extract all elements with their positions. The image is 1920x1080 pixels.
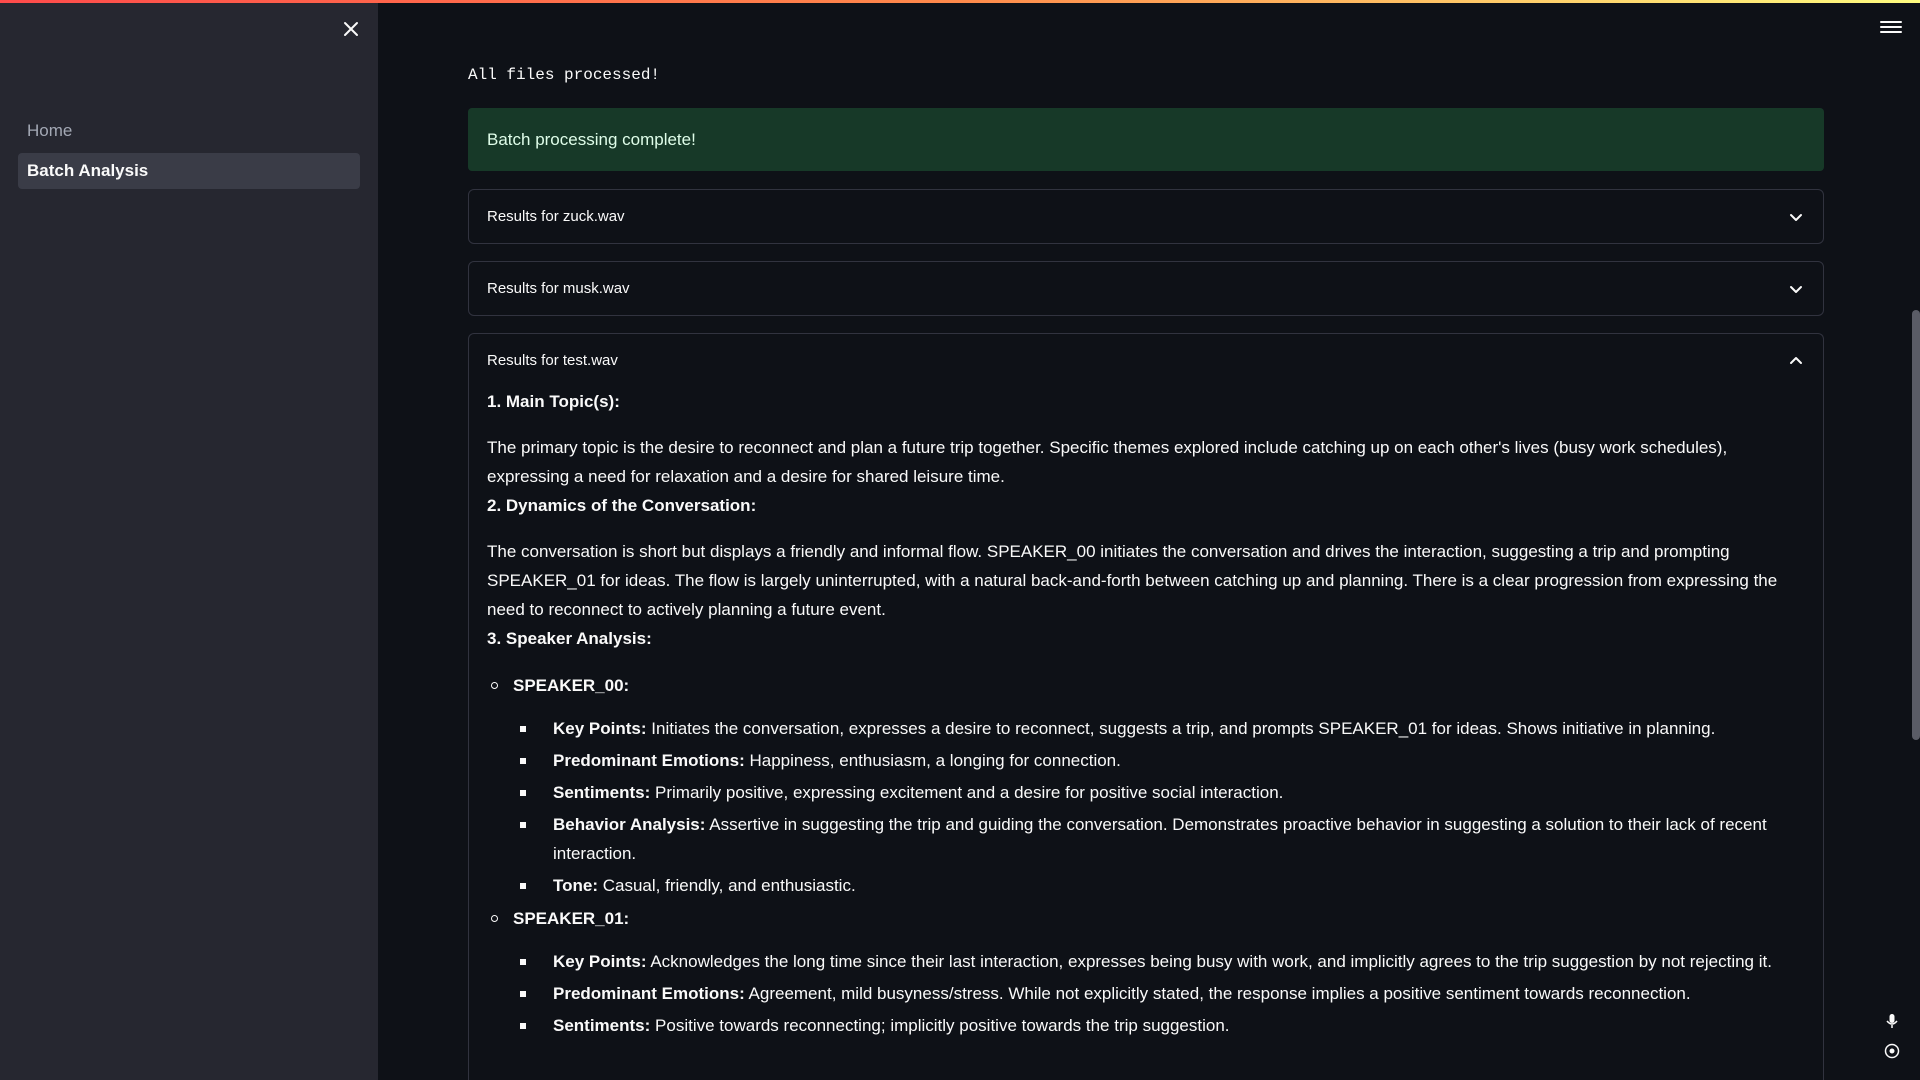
top-accent-bar xyxy=(0,0,1920,3)
success-alert: Batch processing complete! xyxy=(468,108,1824,171)
main-area: All files processed! Batch processing co… xyxy=(378,0,1920,1080)
sidebar: Home Batch Analysis xyxy=(0,0,378,1080)
speaker-name: SPEAKER_01: xyxy=(513,909,630,928)
section-heading-main-topics: 1. Main Topic(s): xyxy=(487,392,620,411)
microphone-icon xyxy=(1886,1014,1898,1028)
expander-header-test[interactable]: Results for test.wav xyxy=(469,334,1823,387)
paragraph-dynamics: The conversation is short but displays a… xyxy=(487,542,1778,619)
list-bullet xyxy=(491,682,498,689)
scrollbar-thumb[interactable] xyxy=(1912,310,1920,740)
speaker-name: SPEAKER_00: xyxy=(513,676,630,695)
expander-zuck: Results for zuck.wav xyxy=(468,189,1824,244)
sidebar-item-batch-analysis[interactable]: Batch Analysis xyxy=(18,153,360,189)
list-item: Predominant Emotions: Agreement, mild bu… xyxy=(520,979,1805,1008)
list-item: Key Points: Initiates the conversation, … xyxy=(520,714,1805,743)
microphone-button[interactable] xyxy=(1882,1011,1902,1031)
list-item: Predominant Emotions: Happiness, enthusi… xyxy=(520,746,1805,775)
expander-header-zuck[interactable]: Results for zuck.wav xyxy=(469,190,1823,243)
analysis-body: 1. Main Topic(s): The primary topic is t… xyxy=(469,387,1823,1040)
speaker-heading-00: SPEAKER_00: xyxy=(487,671,1805,700)
sidebar-nav: Home Batch Analysis xyxy=(18,113,360,193)
expander-title: Results for test.wav xyxy=(487,352,618,369)
speaker-01-points: Key Points: Acknowledges the long time s… xyxy=(520,947,1805,1040)
expander-test: Results for test.wav 1. Main Topic(s): T… xyxy=(468,333,1824,1080)
section-heading-dynamics: 2. Dynamics of the Conversation: xyxy=(487,496,757,515)
close-sidebar-button[interactable] xyxy=(340,18,362,40)
sidebar-item-home[interactable]: Home xyxy=(18,113,360,149)
expander-header-musk[interactable]: Results for musk.wav xyxy=(469,262,1823,315)
main-menu-button[interactable] xyxy=(1880,18,1902,38)
target-button[interactable] xyxy=(1882,1041,1902,1061)
expander-title: Results for zuck.wav xyxy=(487,208,625,225)
section-heading-speaker-analysis: 3. Speaker Analysis: xyxy=(487,629,652,648)
target-icon xyxy=(1884,1043,1900,1059)
status-text: All files processed! xyxy=(468,66,661,84)
expander-musk: Results for musk.wav xyxy=(468,261,1824,316)
speaker-00-points: Key Points: Initiates the conversation, … xyxy=(520,714,1805,900)
chevron-up-icon xyxy=(1790,356,1802,364)
speaker-heading-01: SPEAKER_01: xyxy=(487,904,1805,933)
list-item: Behavior Analysis: Assertive in suggesti… xyxy=(520,810,1805,868)
success-message: Batch processing complete! xyxy=(487,129,696,149)
paragraph-main-topics: The primary topic is the desire to recon… xyxy=(487,438,1728,486)
close-icon xyxy=(344,22,358,36)
list-item: Sentiments: Primarily positive, expressi… xyxy=(520,778,1805,807)
list-bullet xyxy=(491,915,498,922)
list-item: Sentiments: Positive towards reconnectin… xyxy=(520,1011,1805,1040)
list-item: Key Points: Acknowledges the long time s… xyxy=(520,947,1805,976)
list-item: Tone: Casual, friendly, and enthusiastic… xyxy=(520,871,1805,900)
chevron-down-icon xyxy=(1790,285,1802,293)
hamburger-menu-icon xyxy=(1880,21,1902,33)
chevron-down-icon xyxy=(1790,213,1802,221)
expander-title: Results for musk.wav xyxy=(487,280,630,297)
